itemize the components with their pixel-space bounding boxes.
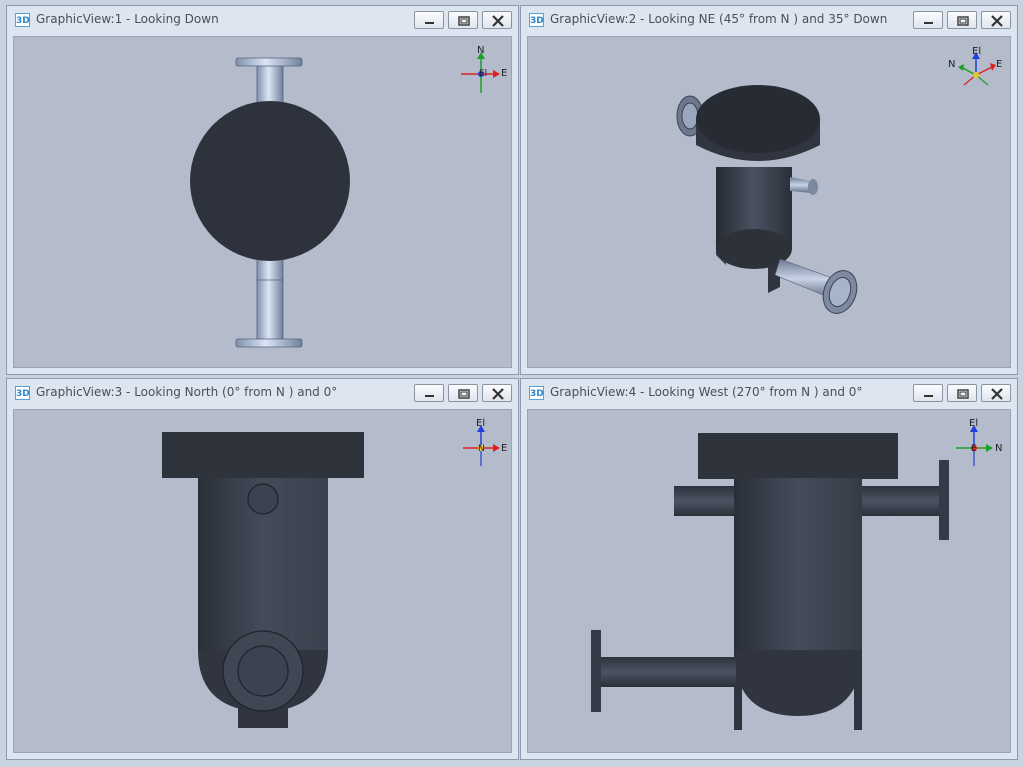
triad-label-up: El xyxy=(972,46,981,57)
vessel-west-elevation xyxy=(591,433,949,730)
right-upper-nozzle xyxy=(860,486,940,516)
vessel-plan-view xyxy=(190,57,350,348)
bottom-nozzle xyxy=(256,246,284,343)
vessel-top-head xyxy=(162,432,364,478)
vessel-top-head xyxy=(190,101,350,261)
lower-flange xyxy=(591,630,601,712)
orientation-triad-icon: N E El xyxy=(461,45,507,93)
3d-view-icon: 3D xyxy=(15,386,30,400)
right-upper-flange xyxy=(939,460,949,540)
triad-label-right: E xyxy=(501,68,507,79)
3d-viewport[interactable]: N E El xyxy=(13,36,512,368)
orientation-triad-icon: El N E xyxy=(956,418,1002,466)
top-flange xyxy=(235,57,303,67)
close-button[interactable] xyxy=(482,384,512,402)
graphic-view-4: 3D GraphicView:4 - Looking West (270° fr… xyxy=(520,378,1018,760)
3d-view-icon: 3D xyxy=(529,13,544,27)
graphic-view-3: 3D GraphicView:3 - Looking North (0° fro… xyxy=(6,378,519,760)
view-title: GraphicView:3 - Looking North (0° from N… xyxy=(36,385,338,399)
title-bar[interactable]: 3D GraphicView:1 - Looking Down xyxy=(7,6,518,34)
title-bar[interactable]: 3D GraphicView:3 - Looking North (0° fro… xyxy=(7,379,518,407)
vessel-north-elevation xyxy=(162,432,364,728)
restore-button[interactable] xyxy=(947,384,977,402)
vessel-shell xyxy=(734,478,862,650)
left-upper-nozzle xyxy=(674,486,736,516)
close-button[interactable] xyxy=(482,11,512,29)
triad-label-right: E xyxy=(501,443,507,454)
graphic-view-2: 3D GraphicView:2 - Looking NE (45° from … xyxy=(520,5,1018,375)
title-bar[interactable]: 3D GraphicView:2 - Looking NE (45° from … xyxy=(521,6,1017,34)
triad-label-center: N xyxy=(478,444,485,454)
3d-viewport[interactable]: El E N xyxy=(13,409,512,753)
vessel-iso-view xyxy=(676,85,858,314)
restore-button[interactable] xyxy=(448,11,478,29)
view-title: GraphicView:1 - Looking Down xyxy=(36,12,219,26)
minimize-button[interactable] xyxy=(913,384,943,402)
graphic-view-1: 3D GraphicView:1 - Looking Down N E El xyxy=(6,5,519,375)
upper-nozzle xyxy=(247,483,279,515)
triad-label-right: E xyxy=(996,59,1002,70)
triad-label-center: El xyxy=(479,69,487,79)
triad-label-left: N xyxy=(948,59,955,70)
3d-viewport[interactable]: El E N xyxy=(527,36,1011,368)
triad-label-up: El xyxy=(969,418,978,429)
restore-button[interactable] xyxy=(448,384,478,402)
triad-label-up: N xyxy=(477,45,484,56)
support-leg-right xyxy=(854,650,862,730)
bottom-flange xyxy=(235,338,303,348)
3d-view-icon: 3D xyxy=(15,13,30,27)
close-button[interactable] xyxy=(981,11,1011,29)
minimize-button[interactable] xyxy=(913,11,943,29)
view-title: GraphicView:2 - Looking NE (45° from N )… xyxy=(550,12,888,26)
orientation-triad-icon: El E N xyxy=(948,46,1002,86)
triad-label-center: E xyxy=(971,444,977,454)
title-bar[interactable]: 3D GraphicView:4 - Looking West (270° fr… xyxy=(521,379,1017,407)
vessel-top-head xyxy=(698,433,898,479)
restore-button[interactable] xyxy=(947,11,977,29)
triad-label-right: N xyxy=(995,443,1002,454)
3d-viewport[interactable]: El N E xyxy=(527,409,1011,753)
minimize-button[interactable] xyxy=(414,11,444,29)
triad-label-up: El xyxy=(476,418,485,429)
close-button[interactable] xyxy=(981,384,1011,402)
orientation-triad-icon: El E N xyxy=(463,418,507,466)
view-title: GraphicView:4 - Looking West (270° from … xyxy=(550,385,863,399)
3d-view-icon: 3D xyxy=(529,386,544,400)
lower-nozzle xyxy=(598,657,736,687)
minimize-button[interactable] xyxy=(414,384,444,402)
